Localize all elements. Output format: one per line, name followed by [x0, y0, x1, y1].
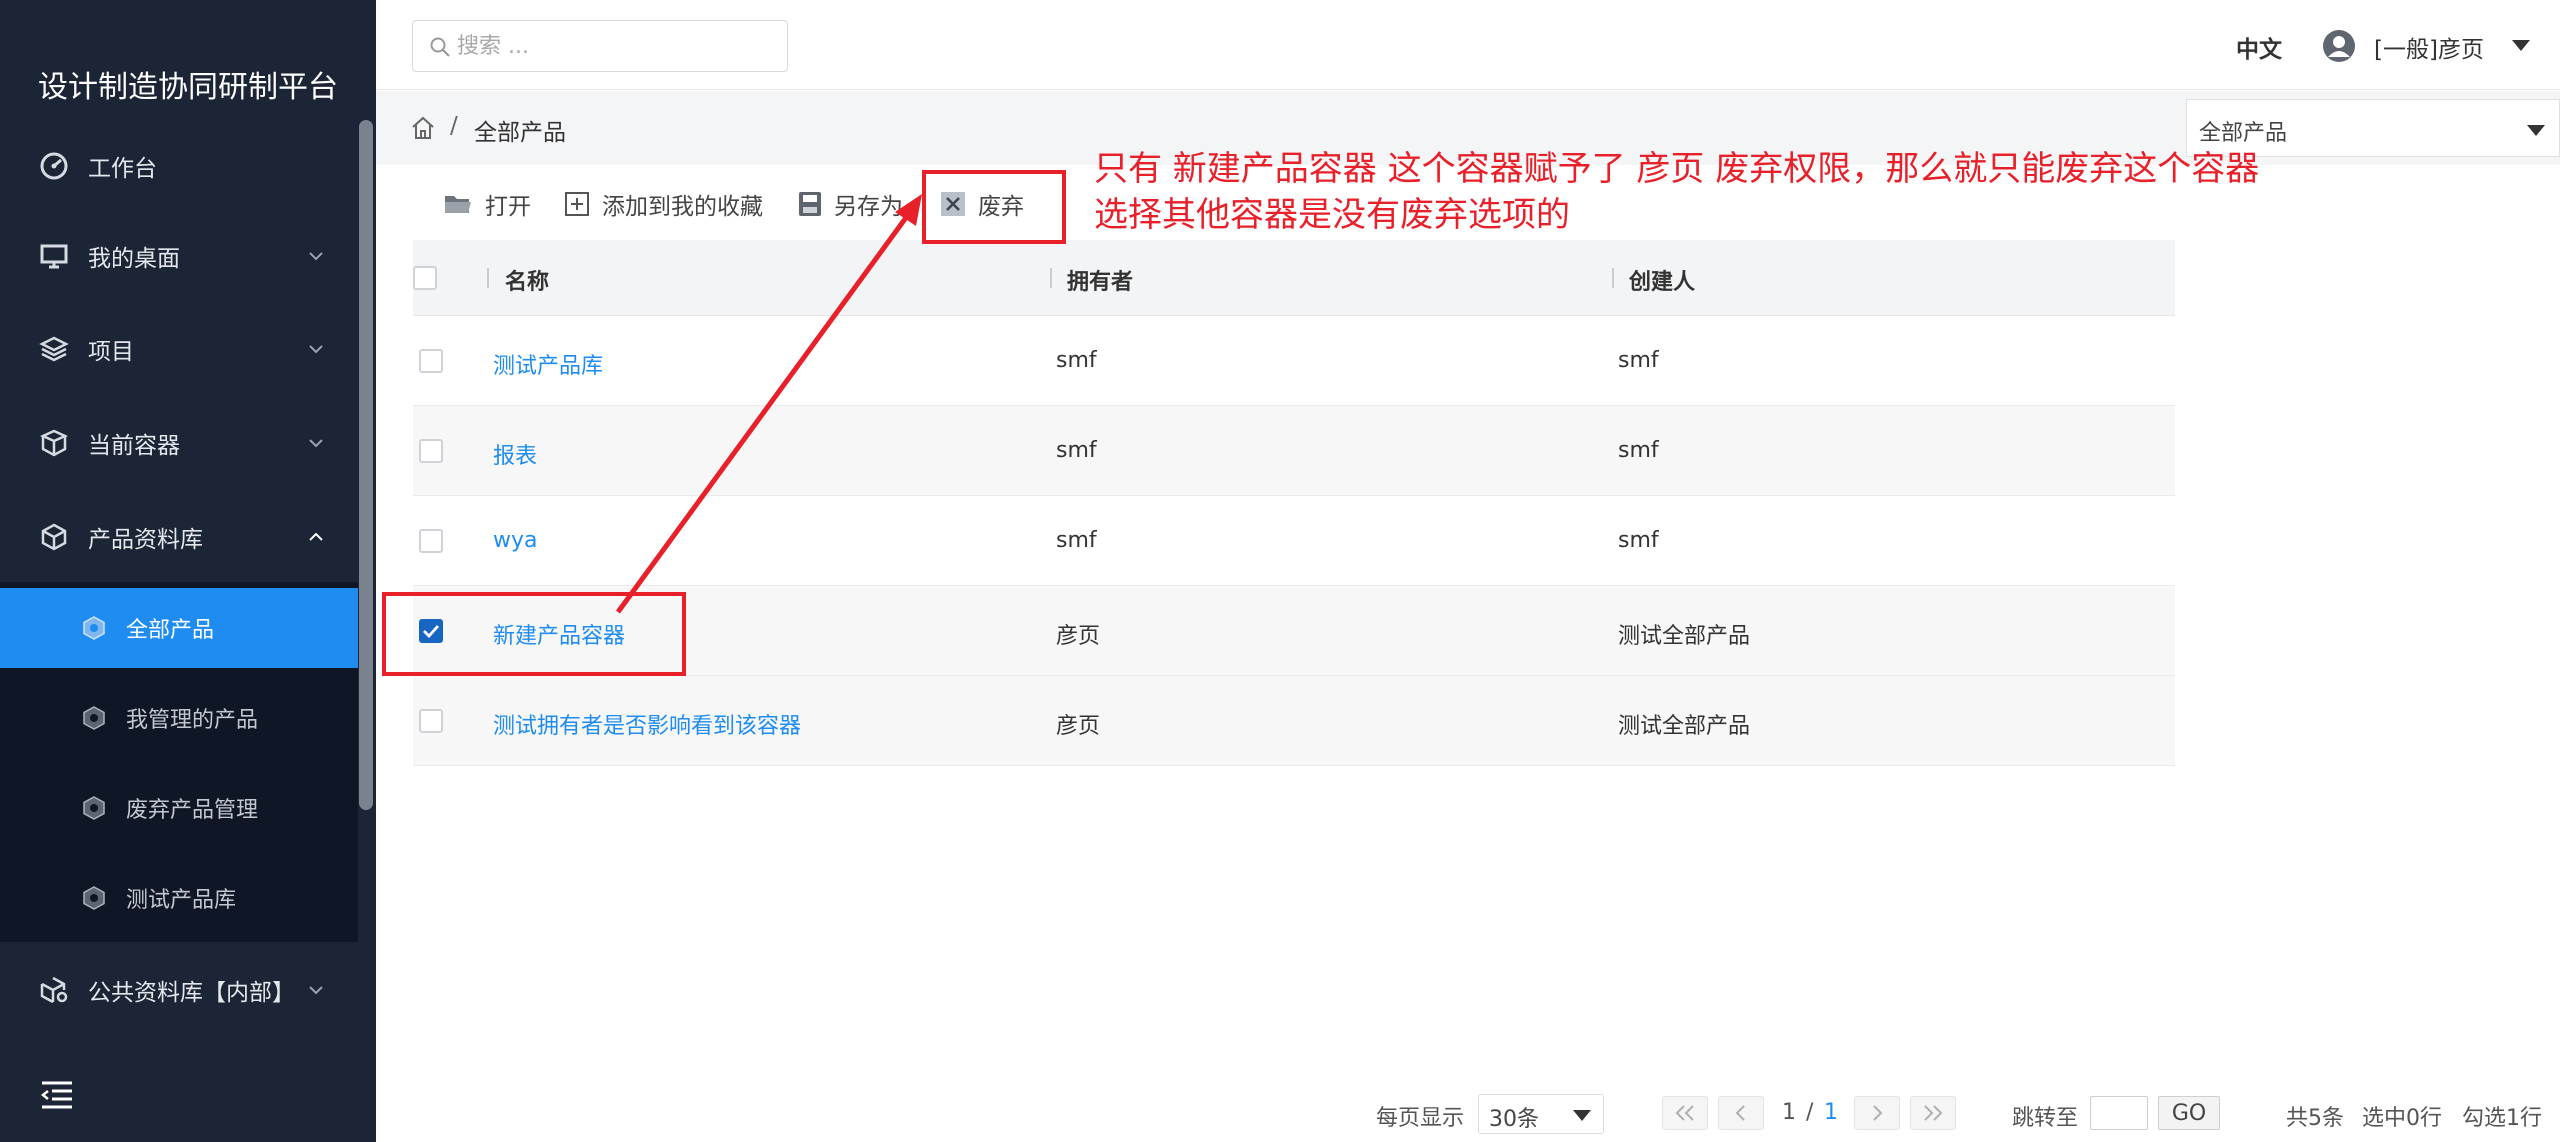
per-page-select[interactable]: 30条: [1478, 1094, 1604, 1134]
go-button[interactable]: GO: [2158, 1096, 2220, 1130]
per-page-value: 30条: [1489, 1107, 1539, 1132]
chevron-left-icon: [1735, 1105, 1745, 1121]
per-page-label: 每页显示: [1376, 1106, 1465, 1131]
total-count: 共5条: [2286, 1106, 2344, 1131]
page-current: 1: [1782, 1100, 1796, 1125]
first-page-button[interactable]: [1662, 1096, 1708, 1130]
jump-label: 跳转至: [2012, 1106, 2079, 1131]
selected-count: 选中0行: [2362, 1106, 2442, 1131]
annotation-line-2: 选择其他容器是没有废弃选项的: [1094, 195, 1570, 235]
next-page-button[interactable]: [1854, 1096, 1900, 1130]
chevron-right-icon: [1873, 1105, 1883, 1121]
last-page-button[interactable]: [1910, 1096, 1956, 1130]
jump-page-input[interactable]: [2090, 1096, 2148, 1130]
caret-down-icon: [1573, 1110, 1591, 1121]
page-total: 1: [1824, 1100, 1838, 1125]
double-chevron-left-icon: [1675, 1105, 1694, 1121]
double-chevron-right-icon: [1924, 1105, 1943, 1121]
prev-page-button[interactable]: [1718, 1096, 1764, 1130]
page-separator: /: [1806, 1100, 1814, 1125]
annotation-note: 只有 新建产品容器 这个容器赋予了 彦页 废弃权限，那么就只能废弃这个容器 选择…: [1094, 146, 2259, 238]
checked-count: 勾选1行: [2462, 1106, 2542, 1131]
annotation-line-1: 只有 新建产品容器 这个容器赋予了 彦页 废弃权限，那么就只能废弃这个容器: [1094, 149, 2260, 189]
